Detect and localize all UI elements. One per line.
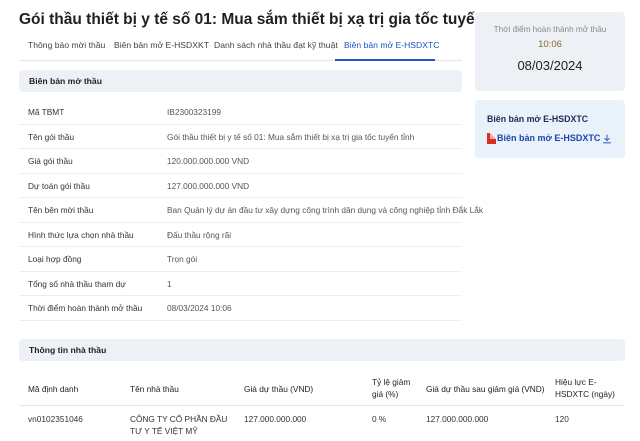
pdf-icon: [487, 132, 496, 144]
tab-danh-sach-dat-ky-thuat[interactable]: Danh sách nhà thầu đạt kỹ thuật: [214, 40, 338, 50]
tab-bien-ban-mo-hsdxtc[interactable]: Biên bản mở E-HSDXTC: [344, 40, 439, 50]
column-header-ma-dinh-danh: Mã định danh: [28, 384, 79, 394]
info-value: Đấu thầu rộng rãi: [167, 229, 232, 240]
bidder-name: CÔNG TY CỔ PHẦN ĐẦU TƯ Y TẾ VIỆT MỸ: [130, 414, 228, 436]
info-row-ben-moi-thau: Tên bên mời thầu Ban Quản lý dự án đầu t…: [19, 198, 483, 223]
document-link[interactable]: Biên bản mở E-HSDXTC: [487, 131, 600, 145]
completion-time: 10:06: [538, 39, 562, 50]
document-link-label: Biên bản mở E-HSDXTC: [497, 133, 601, 143]
table-row: vn0102351046 CÔNG TY CỔ PHẦN ĐẦU TƯ Y TẾ…: [19, 406, 625, 441]
info-label: Dự toán gói thầu: [28, 180, 90, 191]
column-header-ten-nha-thau: Tên nhà thầu: [130, 384, 179, 394]
info-row-loai-hop-dong: Loại hợp đồng Trọn gói: [19, 247, 462, 272]
tab-bien-ban-mo-hsdxkt[interactable]: Biên bản mở E-HSDXKT: [114, 40, 209, 50]
info-value: 08/03/2024 10:06: [167, 303, 232, 313]
info-row-hinh-thuc: Hình thức lựa chọn nhà thầu Đấu thầu rộn…: [19, 223, 462, 247]
info-row-ma-tbmt: Mã TBMT IB2300323199: [19, 100, 462, 125]
info-row-ten-goi-thau: Tên gói thầu Gói thầu thiết bị y tế số 0…: [19, 125, 462, 149]
tab-bar: Thông báo mời thầu Biên bản mở E-HSDXKT …: [19, 34, 462, 61]
page-title: Gói thầu thiết bị y tế số 01: Mua sắm th…: [19, 11, 517, 28]
download-icon[interactable]: [602, 134, 612, 144]
column-header-ty-le-giam-gia: Tỷ lệ giảm giá (%): [372, 377, 411, 399]
info-value: IB2300323199: [167, 107, 221, 117]
document-card: Biên bản mở E-HSDXTC Biên bản mở E-HSDXT…: [475, 100, 625, 158]
info-label: Tên gói thầu: [28, 131, 75, 142]
column-header-gia-sau-giam: Giá dự thầu sau giảm giá (VND): [426, 384, 545, 394]
completion-time-card: Thời điểm hoàn thành mở thầu 10:06 08/03…: [475, 12, 625, 91]
tab-thong-bao-moi-thau[interactable]: Thông báo mời thầu: [28, 40, 105, 50]
info-label: Loại hợp đồng: [28, 254, 82, 264]
info-label: Giá gói thầu: [28, 156, 73, 166]
info-row-du-toan: Dự toán gói thầu 127.000.000.000 VND: [19, 174, 462, 198]
info-value: Ban Quản lý dự án đầu tư xây dựng công t…: [167, 205, 484, 215]
info-value: Gói thầu thiết bị y tế số 01: Mua sắm th…: [167, 131, 415, 142]
info-value: 1: [167, 278, 172, 289]
bidders-section-header: Thông tin nhà thầu: [19, 339, 625, 361]
info-label: Tên bên mời thầu: [28, 205, 94, 215]
opening-section-header: Biên bản mở thầu: [19, 70, 462, 92]
info-value: 120.000.000.000 VND: [167, 156, 250, 166]
info-value: Trọn gói: [167, 254, 198, 264]
opening-info-table: Mã TBMT IB2300323199 Tên gói thầu Gói th…: [19, 100, 483, 321]
info-label: Mã TBMT: [28, 107, 65, 117]
info-label: Thời điểm hoàn thành mở thầu: [28, 303, 143, 313]
column-header-hieu-luc: Hiệu lực E-HSDXTC (ngày): [555, 377, 615, 399]
info-value: 127.000.000.000 VND: [167, 180, 250, 191]
column-header-gia-du-thau: Giá dự thầu (VND): [244, 384, 314, 394]
info-label: Tổng số nhà thầu tham dự: [28, 278, 126, 289]
document-card-title: Biên bản mở E-HSDXTC: [487, 114, 589, 124]
bidders-table: Mã định danh Tên nhà thầu Giá dự thầu (V…: [19, 372, 625, 441]
info-row-tong-so-nha-thau: Tổng số nhà thầu tham dự 1: [19, 272, 462, 296]
validity-days: 120: [555, 414, 569, 424]
completion-date: 08/03/2024: [517, 58, 583, 73]
table-header-row: Mã định danh Tên nhà thầu Giá dự thầu (V…: [19, 372, 625, 406]
info-row-gia-goi-thau: Giá gói thầu 120.000.000.000 VND: [19, 149, 462, 174]
info-label: Hình thức lựa chọn nhà thầu: [28, 229, 134, 240]
bidder-id: vn0102351046: [28, 414, 83, 424]
completion-time-label: Thời điểm hoàn thành mở thầu: [493, 25, 607, 34]
info-row-thoi-diem-hoan-thanh: Thời điểm hoàn thành mở thầu 08/03/2024 …: [19, 296, 462, 321]
bid-price-after-discount: 127.000.000.000: [426, 414, 489, 424]
bid-price: 127.000.000.000: [244, 414, 307, 424]
active-tab-indicator: [335, 59, 435, 61]
discount-rate: 0 %: [372, 414, 387, 424]
